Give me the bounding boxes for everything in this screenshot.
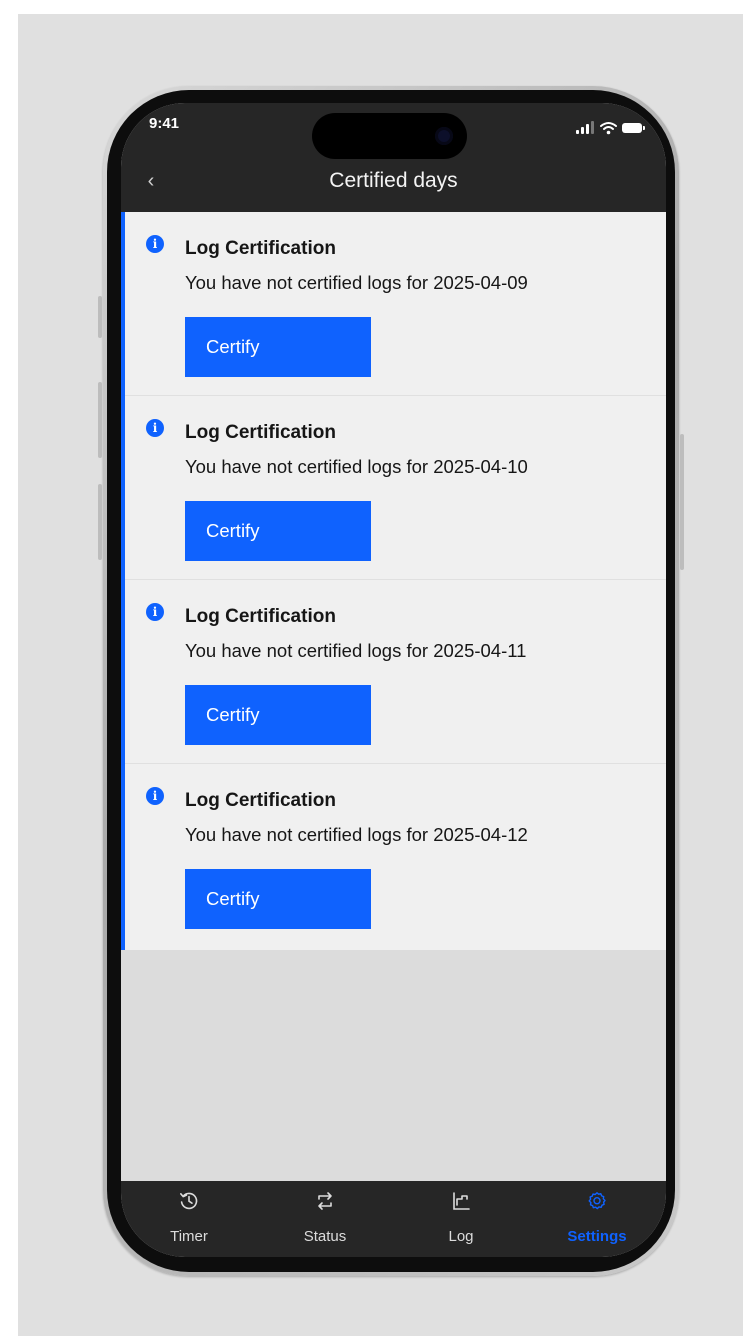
info-icon: i <box>146 419 164 437</box>
notification-message: You have not certified logs for 2025-04-… <box>185 824 528 845</box>
tab-timer[interactable]: Timer <box>121 1181 257 1257</box>
notification-message: You have not certified logs for 2025-04-… <box>185 456 528 477</box>
tab-label: Log <box>448 1228 474 1245</box>
switch-arrows-icon <box>318 1192 332 1210</box>
notification-title: Log Certification <box>185 606 336 627</box>
history-icon <box>180 1192 198 1210</box>
tab-status[interactable]: Status <box>257 1181 393 1257</box>
battery-icon <box>622 123 645 133</box>
status-bar-indicators <box>576 121 645 135</box>
mute-switch <box>98 296 102 338</box>
notification-list: i Log Certification You have not certifi… <box>121 212 666 950</box>
info-icon: i <box>146 603 164 621</box>
certify-button[interactable]: Certify <box>185 869 371 929</box>
tab-settings[interactable]: Settings <box>529 1181 665 1257</box>
certify-button[interactable]: Certify <box>185 317 371 377</box>
certify-button[interactable]: Certify <box>185 685 371 745</box>
notification-card: i Log Certification You have not certifi… <box>125 396 666 580</box>
cellular-signal-icon <box>576 121 596 135</box>
tab-label: Status <box>303 1228 347 1245</box>
app-header: 9:41 ‹ Certified days <box>121 103 666 212</box>
phone-screen: 9:41 ‹ Certified days i Log Certificatio <box>121 103 666 1257</box>
status-bar-time: 9:41 <box>149 115 180 132</box>
tab-label: Timer <box>170 1228 208 1245</box>
tab-log[interactable]: Log <box>393 1181 529 1257</box>
dynamic-island <box>312 113 467 159</box>
log-chart-icon <box>453 1192 470 1210</box>
tab-label: Settings <box>567 1228 627 1245</box>
certify-button[interactable]: Certify <box>185 501 371 561</box>
tab-bar: Timer Status Log Settings <box>121 1181 666 1257</box>
wifi-icon <box>600 122 617 135</box>
info-icon: i <box>146 235 164 253</box>
notification-card: i Log Certification You have not certifi… <box>125 580 666 764</box>
volume-up-button <box>98 382 102 458</box>
volume-down-button <box>98 484 102 560</box>
power-button <box>680 434 684 570</box>
notification-message: You have not certified logs for 2025-04-… <box>185 640 527 661</box>
info-icon: i <box>146 787 164 805</box>
page-title: Certified days <box>329 169 458 192</box>
notification-card: i Log Certification You have not certifi… <box>125 764 666 950</box>
notification-title: Log Certification <box>185 422 336 443</box>
notification-title: Log Certification <box>185 790 336 811</box>
notification-message: You have not certified logs for 2025-04-… <box>185 272 528 293</box>
front-camera <box>435 127 453 145</box>
gear-icon <box>588 1192 606 1210</box>
notification-title: Log Certification <box>185 238 336 259</box>
notification-card: i Log Certification You have not certifi… <box>125 212 666 396</box>
